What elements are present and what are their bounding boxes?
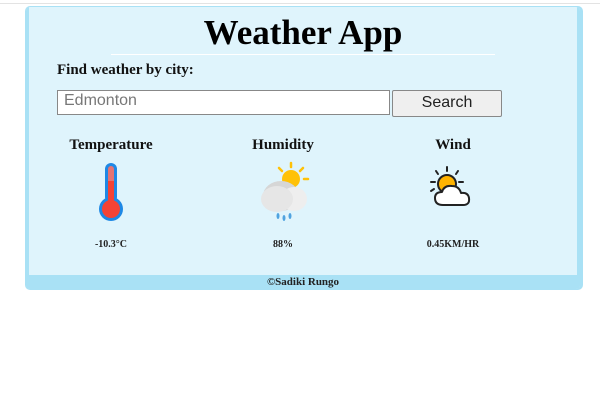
temperature-label: Temperature: [69, 137, 153, 153]
humidity-metric: Humidity 88%: [213, 135, 353, 250]
thermometer-icon: [79, 161, 143, 225]
wind-metric: Wind 0.45KM/HR: [383, 135, 523, 250]
footer-credit: ©Sadiki Rungo: [26, 275, 580, 289]
search-label: Find weather by city:: [57, 62, 194, 78]
wind-value: 0.45KM/HR: [426, 239, 480, 250]
search-button[interactable]: Search: [392, 90, 502, 117]
wind-label: Wind: [435, 137, 471, 153]
sun-cloud-rain-icon: [251, 161, 315, 225]
weather-card: Weather App Find weather by city: Edmont…: [26, 7, 580, 289]
humidity-value: 88%: [273, 239, 293, 250]
humidity-label: Humidity: [252, 137, 314, 153]
top-divider: [0, 3, 600, 4]
app-title: Weather App: [203, 13, 403, 52]
partly-sunny-icon: [421, 161, 485, 225]
title-underline: [111, 54, 495, 55]
city-input[interactable]: Edmonton: [57, 90, 390, 115]
temperature-value: -10.3°C: [94, 239, 128, 250]
temperature-metric: Temperature -10.3°C: [41, 135, 181, 250]
